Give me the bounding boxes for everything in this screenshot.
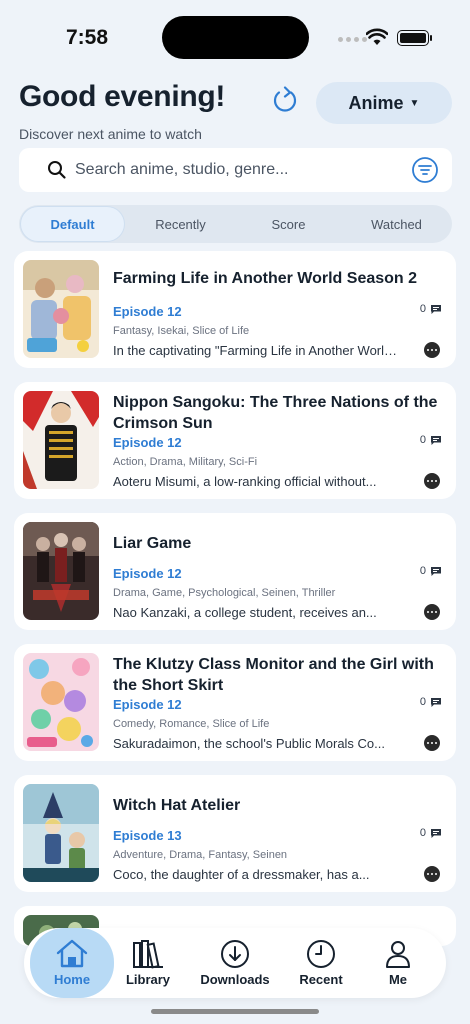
comment-count: 0: [420, 565, 442, 577]
download-icon: [221, 940, 249, 968]
search-input[interactable]: Search anime, studio, genre...: [75, 161, 288, 179]
card-title: Witch Hat Atelier: [113, 797, 241, 814]
tab-library[interactable]: Library: [114, 928, 182, 998]
card-description: In the captivating "Farming Life in Anot…: [113, 343, 403, 358]
cover-image: [23, 391, 99, 489]
cover-image: [23, 653, 99, 751]
episode-label: Episode 12: [113, 435, 182, 450]
refresh-button[interactable]: [268, 83, 302, 117]
card-description: Coco, the daughter of a dressmaker, has …: [113, 867, 370, 882]
home-indicator: [151, 1009, 319, 1014]
episode-label: Episode 12: [113, 304, 182, 319]
wifi-icon: [366, 28, 388, 45]
card-title: Nippon Sangoku: The Three Nations of the…: [113, 394, 438, 432]
episode-label: Episode 12: [113, 566, 182, 581]
tab-me[interactable]: Me: [366, 928, 430, 998]
dynamic-island: [162, 16, 309, 59]
episode-label: Episode 13: [113, 828, 182, 843]
search-icon: [48, 161, 66, 179]
more-button[interactable]: [424, 866, 440, 882]
genre-list: Comedy, Romance, Slice of Life: [113, 718, 270, 730]
signal-icon: [338, 37, 367, 42]
anime-card[interactable]: Liar Game Episode 12 0 Drama, Game, Psyc…: [14, 513, 456, 630]
refresh-icon: [273, 86, 297, 112]
battery-icon: [397, 30, 432, 46]
content-type-dropdown[interactable]: Anime ▼: [316, 82, 452, 124]
card-description: Sakuradaimon, the school's Public Morals…: [113, 736, 385, 751]
cover-image: [23, 260, 99, 358]
tab-library-label: Library: [125, 972, 171, 987]
tab-home[interactable]: Home: [30, 928, 114, 998]
comment-count: 0: [420, 303, 442, 315]
greeting-title: Good evening!: [19, 80, 226, 113]
card-title: The Klutzy Class Monitor and the Girl wi…: [113, 656, 434, 694]
card-description: Aoteru Misumi, a low-ranking official wi…: [113, 474, 377, 489]
segment-watched[interactable]: Watched: [345, 207, 448, 241]
segment-default[interactable]: Default: [21, 207, 124, 241]
sort-segmented-control: Default Recently Score Watched: [19, 205, 452, 243]
home-icon: [56, 939, 88, 968]
comment-count-value: 0: [419, 565, 426, 577]
filter-icon[interactable]: [411, 156, 439, 184]
comment-count: 0: [420, 827, 442, 839]
card-title: Liar Game: [113, 535, 192, 552]
library-icon: [133, 940, 163, 969]
comment-count-value: 0: [419, 696, 426, 708]
greeting-subtitle: Discover next anime to watch: [19, 126, 202, 142]
caret-down-icon: ▼: [409, 97, 420, 109]
status-time: 7:58: [66, 26, 109, 49]
comment-count-value: 0: [419, 434, 426, 446]
search-bar[interactable]: Search anime, studio, genre...: [19, 148, 452, 192]
card-title: Farming Life in Another World Season 2: [113, 270, 418, 287]
comment-icon: [431, 828, 441, 838]
comment-count: 0: [420, 434, 442, 446]
tab-recent[interactable]: Recent: [286, 928, 356, 998]
comment-icon: [431, 697, 441, 707]
segment-recently[interactable]: Recently: [129, 207, 232, 241]
comment-count: 0: [420, 696, 442, 708]
comment-count-value: 0: [419, 303, 426, 315]
anime-card[interactable]: The Klutzy Class Monitor and the Girl wi…: [14, 644, 456, 761]
genre-list: Adventure, Drama, Fantasy, Seinen: [113, 849, 288, 861]
cover-image: [23, 522, 99, 620]
anime-card[interactable]: Witch Hat Atelier Episode 13 0 Adventure…: [14, 775, 456, 892]
tab-recent-label: Recent: [299, 972, 343, 987]
genre-list: Fantasy, Isekai, Slice of Life: [113, 325, 250, 337]
anime-card[interactable]: Farming Life in Another World Season 2 E…: [14, 251, 456, 368]
genre-list: Action, Drama, Military, Sci-Fi: [113, 456, 258, 468]
segment-score[interactable]: Score: [237, 207, 340, 241]
tab-me-label: Me: [388, 972, 408, 987]
comment-icon: [431, 566, 441, 576]
content-type-label: Anime: [348, 92, 404, 113]
more-button[interactable]: [424, 604, 440, 620]
more-button[interactable]: [424, 342, 440, 358]
person-icon: [386, 941, 410, 968]
comment-count-value: 0: [419, 827, 426, 839]
tab-downloads-label: Downloads: [200, 972, 270, 987]
tab-home-label: Home: [53, 972, 91, 987]
status-bar: 7:58: [0, 0, 470, 78]
comment-icon: [431, 435, 441, 445]
clock-icon: [307, 940, 335, 968]
genre-list: Drama, Game, Psychological, Seinen, Thri…: [113, 587, 336, 599]
episode-label: Episode 12: [113, 697, 182, 712]
more-button[interactable]: [424, 735, 440, 751]
tab-downloads[interactable]: Downloads: [192, 928, 278, 998]
anime-card[interactable]: Nippon Sangoku: The Three Nations of the…: [14, 382, 456, 499]
cover-image: [23, 784, 99, 882]
card-description: Nao Kanzaki, a college student, receives…: [113, 605, 377, 620]
bottom-tab-bar: Home Library Downloads Recent Me: [24, 928, 446, 998]
comment-icon: [431, 304, 441, 314]
more-button[interactable]: [424, 473, 440, 489]
